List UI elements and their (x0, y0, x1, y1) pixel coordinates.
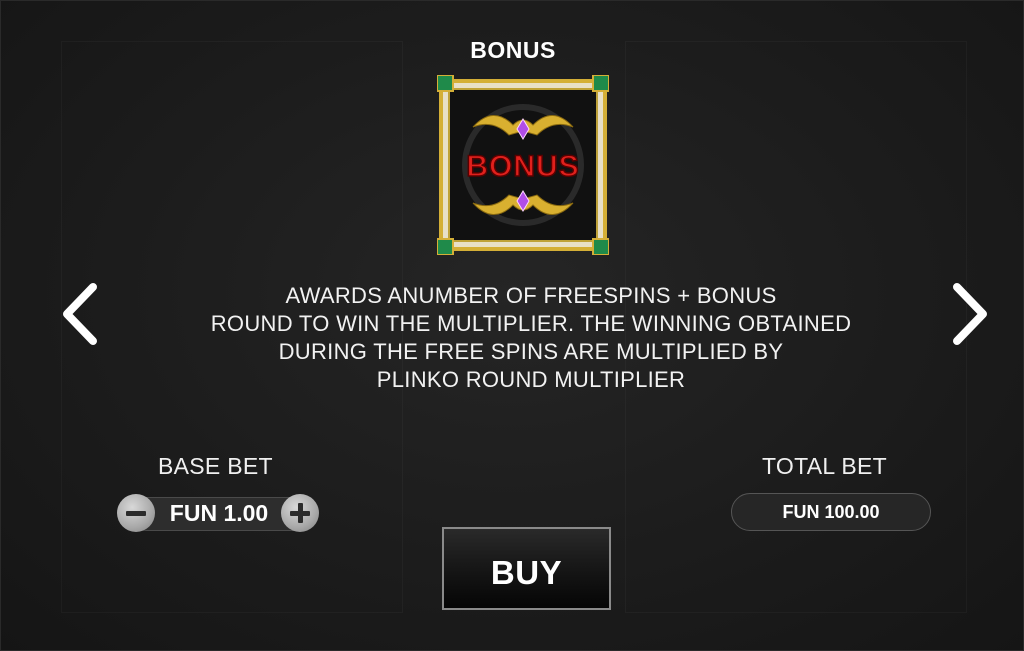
buy-button[interactable]: BUY (442, 527, 611, 610)
base-bet-stepper: FUN 1.00 (117, 493, 321, 533)
description-line: ROUND TO WIN THE MULTIPLIER. THE WINNING… (210, 311, 852, 336)
increase-bet-button[interactable] (281, 494, 319, 532)
svg-text:BONUS: BONUS (466, 150, 579, 183)
description-line: AWARDS ANUMBER OF FREESPINS + BONUS (285, 283, 777, 308)
minus-icon (126, 511, 146, 516)
description-line: DURING THE FREE SPINS ARE MULTIPLIED BY (278, 339, 784, 364)
feature-description: AWARDS ANUMBER OF FREESPINS + BONUS ROUN… (151, 282, 911, 394)
bonus-symbol-icon: BONUS (436, 74, 610, 256)
total-bet-label: TOTAL BET (762, 453, 887, 479)
buy-button-label: BUY (490, 554, 563, 591)
total-bet-value: FUN 100.00 (782, 502, 880, 522)
chevron-right-icon (953, 283, 987, 345)
feature-title: BONUS (470, 37, 556, 63)
description-line: PLINKO ROUND MULTIPLIER (376, 367, 686, 392)
next-button[interactable] (945, 281, 993, 347)
total-bet-display: FUN 100.00 (731, 493, 931, 531)
buy-bonus-panel: BONUS BONUS AWARDS ANUMBER OF FREESPINS … (0, 0, 1024, 651)
prev-button[interactable] (57, 281, 105, 347)
decrease-bet-button[interactable] (117, 494, 155, 532)
base-bet-value: FUN 1.00 (169, 500, 269, 526)
chevron-left-icon (63, 283, 97, 345)
base-bet-label: BASE BET (158, 453, 273, 479)
